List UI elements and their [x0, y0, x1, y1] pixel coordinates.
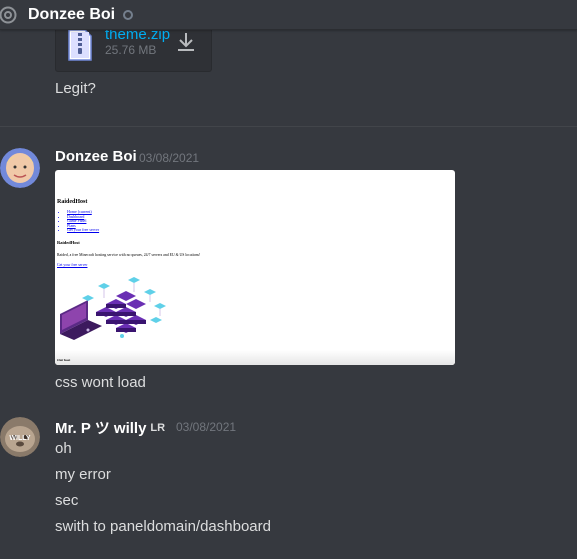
message-text: my error [55, 466, 111, 483]
preview-description: Raided, a free Minecraft hosting service… [57, 253, 201, 257]
avatar[interactable]: WILLY [0, 417, 40, 457]
at-icon [0, 5, 20, 25]
username-row: Mr. P ツ willy LR [55, 417, 165, 438]
file-size: 25.76 MB [105, 43, 157, 57]
preview-link: Get your free server [57, 263, 88, 267]
timestamp: 03/08/2021 [176, 420, 237, 434]
preview-title: RaidedHost [57, 199, 88, 205]
username[interactable]: Mr. P ツ willy [55, 417, 146, 438]
username[interactable]: Donzee Boi [55, 148, 137, 165]
message-text: oh [55, 440, 72, 457]
avatar[interactable] [0, 148, 40, 188]
image-attachment[interactable]: RaidedHost Home (current) Dashboard Game… [55, 170, 455, 365]
preview-footer: Our host [57, 358, 71, 362]
preview-fade [55, 350, 455, 365]
message-text: swith to paneldomain/dashboard [55, 518, 271, 535]
message-text: Legit? [55, 80, 96, 97]
message-divider [0, 126, 577, 127]
zip-file-icon [68, 29, 92, 61]
channel-title: Donzee Boi [28, 5, 116, 23]
user-badge: LR [150, 421, 166, 434]
download-icon[interactable] [176, 31, 196, 53]
offline-status-icon [123, 9, 134, 20]
channel-header: Donzee Boi [0, 0, 577, 30]
server-illustration [60, 277, 166, 340]
svg-text:WILLY: WILLY [9, 435, 30, 442]
preview-nav: Home (current) Dashboard Game Panel Plan… [67, 209, 99, 233]
preview-subtitle: RaidedHost [57, 240, 80, 245]
timestamp: 03/08/2021 [139, 151, 200, 165]
message-text: sec [55, 492, 79, 509]
preview-nav-item: Get your free server [67, 228, 99, 233]
message-text: css wont load [55, 374, 146, 391]
